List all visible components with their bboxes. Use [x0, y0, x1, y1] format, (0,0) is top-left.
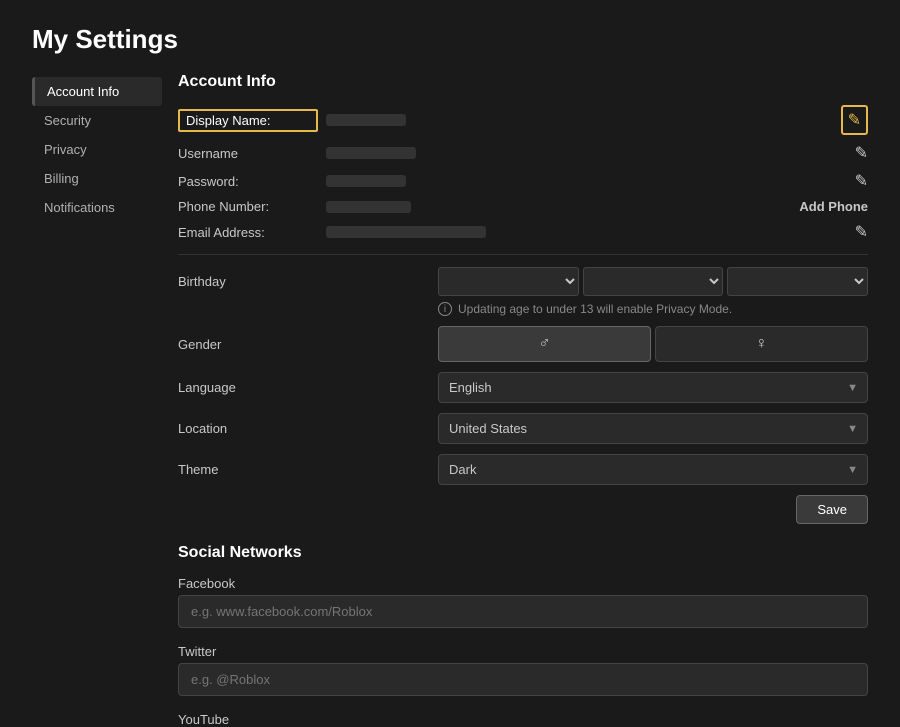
- display-name-row: Display Name: ✎: [178, 105, 868, 135]
- account-info-section-title: Account Info: [178, 73, 868, 91]
- email-row: Email Address: ✎: [178, 222, 868, 242]
- username-edit-icon[interactable]: ✎: [855, 143, 868, 163]
- theme-select[interactable]: Dark Light: [438, 454, 868, 485]
- gender-buttons: ♂ ♀: [438, 326, 868, 362]
- language-label: Language: [178, 380, 438, 395]
- sidebar-item-account-info[interactable]: Account Info: [32, 77, 162, 106]
- username-label: Username: [178, 146, 318, 161]
- divider-1: [178, 254, 868, 255]
- email-label: Email Address:: [178, 225, 318, 240]
- twitter-input[interactable]: [178, 663, 868, 696]
- language-select[interactable]: English Spanish French: [438, 372, 868, 403]
- sidebar-item-privacy[interactable]: Privacy: [32, 135, 162, 164]
- password-row: Password: ✎: [178, 171, 868, 191]
- phone-label: Phone Number:: [178, 199, 318, 214]
- birthday-day-select[interactable]: [583, 267, 724, 296]
- social-networks-section: Social Networks Facebook Twitter YouTube: [178, 544, 868, 727]
- age-warning-text: Updating age to under 13 will enable Pri…: [458, 302, 732, 316]
- location-select[interactable]: United States United Kingdom Canada: [438, 413, 868, 444]
- social-networks-title: Social Networks: [178, 544, 868, 562]
- username-value: [326, 147, 416, 159]
- birthday-row: Birthday: [178, 267, 868, 296]
- birthday-label: Birthday: [178, 274, 438, 289]
- phone-row: Phone Number: Add Phone: [178, 199, 868, 214]
- sidebar-item-billing[interactable]: Billing: [32, 164, 162, 193]
- twitter-section: Twitter: [178, 644, 868, 706]
- gender-label: Gender: [178, 337, 438, 352]
- password-edit-icon[interactable]: ✎: [855, 171, 868, 191]
- sidebar: Account Info Security Privacy Billing No…: [32, 73, 162, 727]
- youtube-label: YouTube: [178, 712, 868, 727]
- gender-female-button[interactable]: ♀: [655, 326, 868, 362]
- save-button[interactable]: Save: [796, 495, 868, 524]
- gender-male-button[interactable]: ♂: [438, 326, 651, 362]
- theme-row: Theme Dark Light ▼: [178, 454, 868, 485]
- add-phone-button[interactable]: Add Phone: [799, 199, 868, 214]
- page-title: My Settings: [32, 24, 868, 55]
- birthday-year-select[interactable]: [727, 267, 868, 296]
- age-warning: i Updating age to under 13 will enable P…: [438, 302, 868, 316]
- password-value: [326, 175, 406, 187]
- password-label: Password:: [178, 174, 318, 189]
- email-edit-icon[interactable]: ✎: [855, 222, 868, 242]
- birthday-inputs: [438, 267, 868, 296]
- phone-value: [326, 201, 411, 213]
- save-row: Save: [178, 495, 868, 524]
- twitter-label: Twitter: [178, 644, 868, 659]
- info-circle-icon: i: [438, 302, 452, 316]
- location-select-wrapper: United States United Kingdom Canada ▼: [438, 413, 868, 444]
- theme-label: Theme: [178, 462, 438, 477]
- location-row: Location United States United Kingdom Ca…: [178, 413, 868, 444]
- sidebar-item-notifications[interactable]: Notifications: [32, 193, 162, 222]
- theme-select-wrapper: Dark Light ▼: [438, 454, 868, 485]
- youtube-section: YouTube: [178, 712, 868, 727]
- gender-row: Gender ♂ ♀: [178, 326, 868, 362]
- display-name-edit-icon[interactable]: ✎: [841, 105, 868, 135]
- sidebar-item-security[interactable]: Security: [32, 106, 162, 135]
- birthday-month-select[interactable]: [438, 267, 579, 296]
- facebook-section: Facebook: [178, 576, 868, 638]
- display-name-label: Display Name:: [178, 109, 318, 132]
- facebook-input[interactable]: [178, 595, 868, 628]
- language-select-wrapper: English Spanish French ▼: [438, 372, 868, 403]
- main-content: Account Info Display Name: ✎ Username ✎ …: [162, 73, 868, 727]
- display-name-value: [326, 114, 406, 126]
- language-row: Language English Spanish French ▼: [178, 372, 868, 403]
- email-value: [326, 226, 486, 238]
- location-label: Location: [178, 421, 438, 436]
- username-row: Username ✎: [178, 143, 868, 163]
